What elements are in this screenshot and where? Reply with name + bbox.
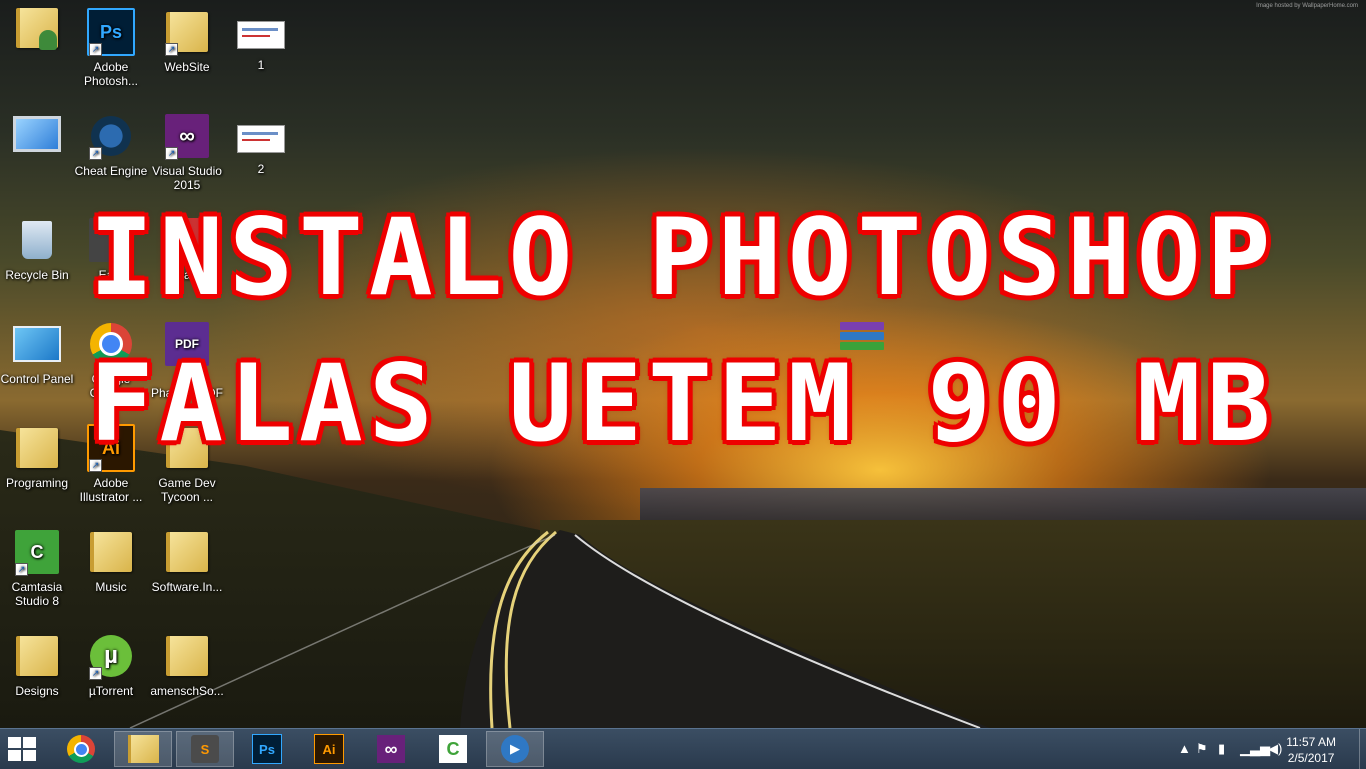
visual-studio-icon: ∞ [377, 735, 405, 763]
desktop-icon-image-2[interactable]: 2 [224, 120, 298, 176]
folder-icon [90, 532, 132, 572]
shortcut-arrow-icon: ↗ [89, 43, 102, 56]
start-button[interactable] [8, 737, 38, 763]
chrome-icon [67, 735, 95, 763]
clock-date: 2/5/2017 [1287, 751, 1335, 765]
battery-icon[interactable]: ▮ [1218, 741, 1225, 757]
icon-label: Music [95, 580, 127, 594]
folder-icon [16, 636, 58, 676]
system-tray: ▲ ⚑ ▮ ▁▃▅ ◀) 11:57 AM 2/5/2017 [1146, 729, 1366, 769]
computer-icon [13, 116, 61, 152]
desktop-icon-user-folder[interactable] [0, 4, 74, 56]
taskbar-visual-studio[interactable]: ∞ [362, 731, 420, 767]
media-player-icon: ▶ [501, 735, 529, 763]
desktop-icon-camtasia[interactable]: C ↗ Camtasia Studio 8 [0, 528, 74, 608]
icon-label: amenschSo... [150, 684, 224, 698]
image-thumbnail-icon [237, 21, 285, 49]
image-thumbnail-icon [237, 125, 285, 153]
show-hidden-icons-icon[interactable]: ▲ [1178, 741, 1191, 757]
overlay-line-2: FALAS UETEM 90 MB [89, 342, 1277, 465]
taskbar-camtasia[interactable]: C [424, 731, 482, 767]
windows-logo-icon [8, 737, 21, 748]
desktop-icon-software[interactable]: Software.In... [150, 528, 224, 594]
taskbar-illustrator[interactable]: Ai [300, 731, 358, 767]
icon-label: Programing [5, 476, 69, 490]
desktop-icon-amensch[interactable]: amenschSo... [150, 632, 224, 698]
show-desktop-button[interactable] [1359, 729, 1366, 769]
desktop-icon-music[interactable]: Music [74, 528, 148, 594]
wallpaper-watermark: Image hosted by WallpaperHome.com [1256, 3, 1358, 9]
icon-label: Designs [15, 684, 59, 698]
icon-label: Adobe Photosh... [83, 60, 139, 88]
shortcut-arrow-icon: ↗ [165, 147, 178, 160]
desktop-icon-photoshop[interactable]: Ps ↗ Adobe Photosh... [74, 8, 148, 88]
clock-time: 11:57 AM [1286, 735, 1336, 749]
desktop-icon-this-pc[interactable] [0, 110, 74, 162]
shortcut-arrow-icon: ↗ [165, 43, 178, 56]
sublime-icon: S [191, 735, 219, 763]
folder-icon [166, 532, 208, 572]
illustrator-icon: Ai [314, 734, 344, 764]
user-avatar-icon [39, 30, 57, 50]
taskbar-media-player[interactable]: ▶ [486, 731, 544, 767]
desktop-background: Image hosted by WallpaperHome.com Recycl… [0, 0, 1366, 728]
desktop-icon-image-1[interactable]: 1 [224, 16, 298, 72]
shortcut-arrow-icon: ↗ [89, 147, 102, 160]
icon-label: µTorrent [88, 684, 134, 698]
icon-label: Camtasia Studio 8 [11, 580, 63, 608]
overlay-line-1: INSTALO PHOTOSHOP [89, 196, 1277, 319]
icon-label: 2 [257, 162, 265, 176]
icon-label: Game Dev Tycoon ... [158, 476, 216, 504]
desktop-icon-cheat-engine[interactable]: ↗ Cheat Engine [74, 112, 148, 178]
taskbar-clock[interactable]: 11:57 AM 2/5/2017 [1286, 734, 1336, 766]
volume-icon[interactable]: ◀) [1268, 741, 1282, 757]
photoshop-icon: Ps [252, 734, 282, 764]
icon-label: Visual Studio 2015 [152, 164, 222, 192]
desktop-icon-visual-studio[interactable]: ∞ ↗ Visual Studio 2015 [150, 112, 224, 192]
icon-label: WebSite [164, 60, 210, 74]
desktop-icon-designs[interactable]: Designs [0, 632, 74, 698]
network-signal-icon[interactable]: ▁▃▅ [1240, 741, 1270, 757]
file-explorer-icon [127, 735, 159, 763]
taskbar-chrome[interactable] [52, 731, 110, 767]
taskbar-file-explorer[interactable] [114, 731, 172, 767]
folder-icon [166, 636, 208, 676]
icon-label: 1 [257, 58, 265, 72]
overlay-title: INSTALO PHOTOSHOP FALAS UETEM 90 MB [0, 196, 1366, 466]
taskbar-sublime[interactable]: S [176, 731, 234, 767]
icon-label: Software.In... [151, 580, 223, 594]
taskbar: S Ps Ai ∞ C ▶ ▲ ⚑ ▮ ▁▃▅ ◀) 11:57 AM 2/5/… [0, 728, 1366, 769]
action-center-flag-icon[interactable]: ⚑ [1196, 741, 1208, 757]
camtasia-icon: C [439, 735, 467, 763]
taskbar-photoshop[interactable]: Ps [238, 731, 296, 767]
shortcut-arrow-icon: ↗ [15, 563, 28, 576]
shortcut-arrow-icon: ↗ [89, 667, 102, 680]
icon-label: Adobe Illustrator ... [79, 476, 143, 504]
desktop-icon-website[interactable]: ↗ WebSite [150, 8, 224, 74]
icon-label: Cheat Engine [74, 164, 148, 178]
desktop-icon-utorrent[interactable]: µ ↗ µTorrent [74, 632, 148, 698]
